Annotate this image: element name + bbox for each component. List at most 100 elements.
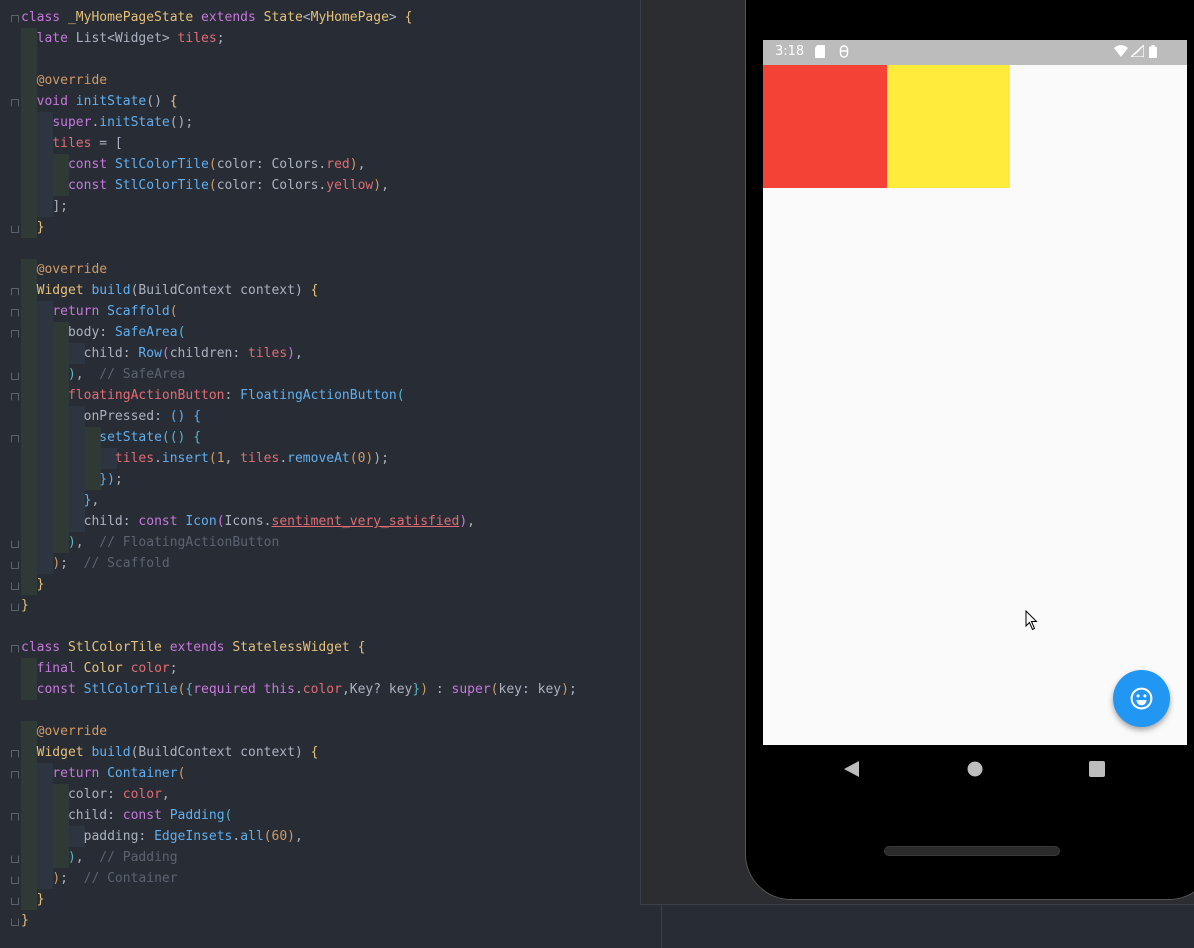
indent-guide: [37, 490, 53, 511]
overview-icon[interactable]: [1089, 761, 1105, 781]
code-token: (: [169, 304, 178, 319]
home-icon[interactable]: [967, 761, 983, 781]
code-line[interactable]: [21, 238, 577, 259]
fold-expanded-icon[interactable]: [11, 771, 19, 779]
code-line[interactable]: padding: EdgeInsets.all(60),: [21, 826, 577, 847]
code-line[interactable]: }: [21, 910, 577, 931]
code-line[interactable]: @override: [21, 721, 577, 742]
fold-end-icon[interactable]: [11, 897, 19, 905]
floating-action-button[interactable]: [1113, 670, 1170, 727]
code-line[interactable]: child: const Padding(: [21, 805, 577, 826]
code-line[interactable]: ), // Padding: [21, 847, 577, 868]
fold-expanded-icon[interactable]: [11, 288, 19, 296]
code-token: ,: [294, 346, 303, 361]
fold-end-icon[interactable]: [11, 372, 19, 380]
code-editor[interactable]: class _MyHomePageState extends State<MyH…: [0, 0, 745, 948]
fold-end-icon[interactable]: [11, 561, 19, 569]
code-line[interactable]: @override: [21, 259, 577, 280]
code-line[interactable]: }: [21, 889, 577, 910]
code-line[interactable]: ); // Scaffold: [21, 553, 577, 574]
code-line[interactable]: });: [21, 469, 577, 490]
code-line[interactable]: }: [21, 217, 577, 238]
code-line[interactable]: void initState() {: [21, 91, 577, 112]
code-line[interactable]: ];: [21, 196, 577, 217]
code-token: Widget: [36, 745, 92, 760]
code-token: );: [373, 451, 389, 466]
fold-end-icon[interactable]: [11, 540, 19, 548]
fold-expanded-icon[interactable]: [11, 645, 19, 653]
code-line[interactable]: const StlColorTile({required this.color,…: [21, 679, 577, 700]
fold-end-icon[interactable]: [11, 876, 19, 884]
code-line[interactable]: }: [21, 574, 577, 595]
code-line[interactable]: class _MyHomePageState extends State<MyH…: [21, 7, 577, 28]
code-area[interactable]: class _MyHomePageState extends State<MyH…: [21, 7, 577, 931]
code-token: StlColorTile: [67, 640, 170, 655]
code-line[interactable]: tiles = [: [21, 133, 577, 154]
code-token: (: [263, 829, 272, 844]
code-line[interactable]: ), // FloatingActionButton: [21, 532, 577, 553]
code-token: (: [208, 178, 217, 193]
fold-expanded-icon[interactable]: [11, 309, 19, 317]
indent-guide: [21, 469, 37, 490]
indent-guide: [53, 322, 69, 343]
code-line[interactable]: [21, 700, 577, 721]
code-line[interactable]: color: color,: [21, 784, 577, 805]
code-line[interactable]: ); // Container: [21, 868, 577, 889]
code-line[interactable]: setState(() {: [21, 427, 577, 448]
indent-guide: [21, 784, 37, 805]
fold-end-icon[interactable]: [11, 603, 19, 611]
code-line[interactable]: ), // SafeArea: [21, 364, 577, 385]
code-line[interactable]: return Container(: [21, 763, 577, 784]
code-line[interactable]: body: SafeArea(: [21, 322, 577, 343]
code-token: floatingActionButton: [67, 388, 225, 403]
code-token: const: [122, 808, 170, 823]
fold-end-icon[interactable]: [11, 582, 19, 590]
fold-end-icon[interactable]: [11, 855, 19, 863]
indent-guide: [21, 196, 37, 217]
fold-end-icon[interactable]: [11, 225, 19, 233]
code-line[interactable]: @override: [21, 70, 577, 91]
code-token: }: [36, 220, 45, 235]
code-line[interactable]: [21, 49, 577, 70]
indent-guide: [69, 469, 85, 490]
back-icon[interactable]: [844, 761, 860, 781]
fold-expanded-icon[interactable]: [11, 750, 19, 758]
fold-end-icon[interactable]: [11, 918, 19, 926]
code-line[interactable]: floatingActionButton: FloatingActionButt…: [21, 385, 577, 406]
code-line[interactable]: child: Row(children: tiles),: [21, 343, 577, 364]
fold-expanded-icon[interactable]: [11, 435, 19, 443]
indent-guide: [69, 406, 85, 427]
fold-expanded-icon[interactable]: [11, 330, 19, 338]
code-line[interactable]: onPressed: () {: [21, 406, 577, 427]
fold-expanded-icon[interactable]: [11, 99, 19, 107]
editor-gutter: [0, 0, 22, 948]
code-line[interactable]: tiles.insert(1, tiles.removeAt(0));: [21, 448, 577, 469]
code-line[interactable]: Widget build(BuildContext context) {: [21, 742, 577, 763]
indent-guide: [37, 301, 53, 322]
code-token: (: [490, 682, 499, 697]
code-token: // Padding: [99, 850, 178, 865]
code-line[interactable]: },: [21, 490, 577, 511]
code-token: :: [224, 388, 241, 403]
code-line[interactable]: final Color color;: [21, 658, 577, 679]
code-line[interactable]: return Scaffold(: [21, 301, 577, 322]
indent-guide: [21, 154, 37, 175]
code-line[interactable]: child: const Icon(Icons.sentiment_very_s…: [21, 511, 577, 532]
panel-border: [640, 904, 1194, 905]
code-line[interactable]: late List<Widget> tiles;: [21, 28, 577, 49]
code-line[interactable]: [21, 616, 577, 637]
code-token: ): [420, 682, 429, 697]
code-line[interactable]: const StlColorTile(color: Colors.red),: [21, 154, 577, 175]
fold-expanded-icon[interactable]: [11, 393, 19, 401]
phone-screen[interactable]: 3:18: [763, 40, 1187, 745]
code-line[interactable]: Widget build(BuildContext context) {: [21, 280, 577, 301]
code-line[interactable]: }: [21, 595, 577, 616]
code-line[interactable]: class StlColorTile extends StatelessWidg…: [21, 637, 577, 658]
code-line[interactable]: const StlColorTile(color: Colors.yellow)…: [21, 175, 577, 196]
status-time: 3:18: [775, 44, 805, 59]
fold-expanded-icon[interactable]: [11, 813, 19, 821]
code-line[interactable]: super.initState();: [21, 112, 577, 133]
fold-expanded-icon[interactable]: [11, 15, 19, 23]
indent-guide: [53, 805, 69, 826]
indent-guide: [69, 511, 85, 532]
